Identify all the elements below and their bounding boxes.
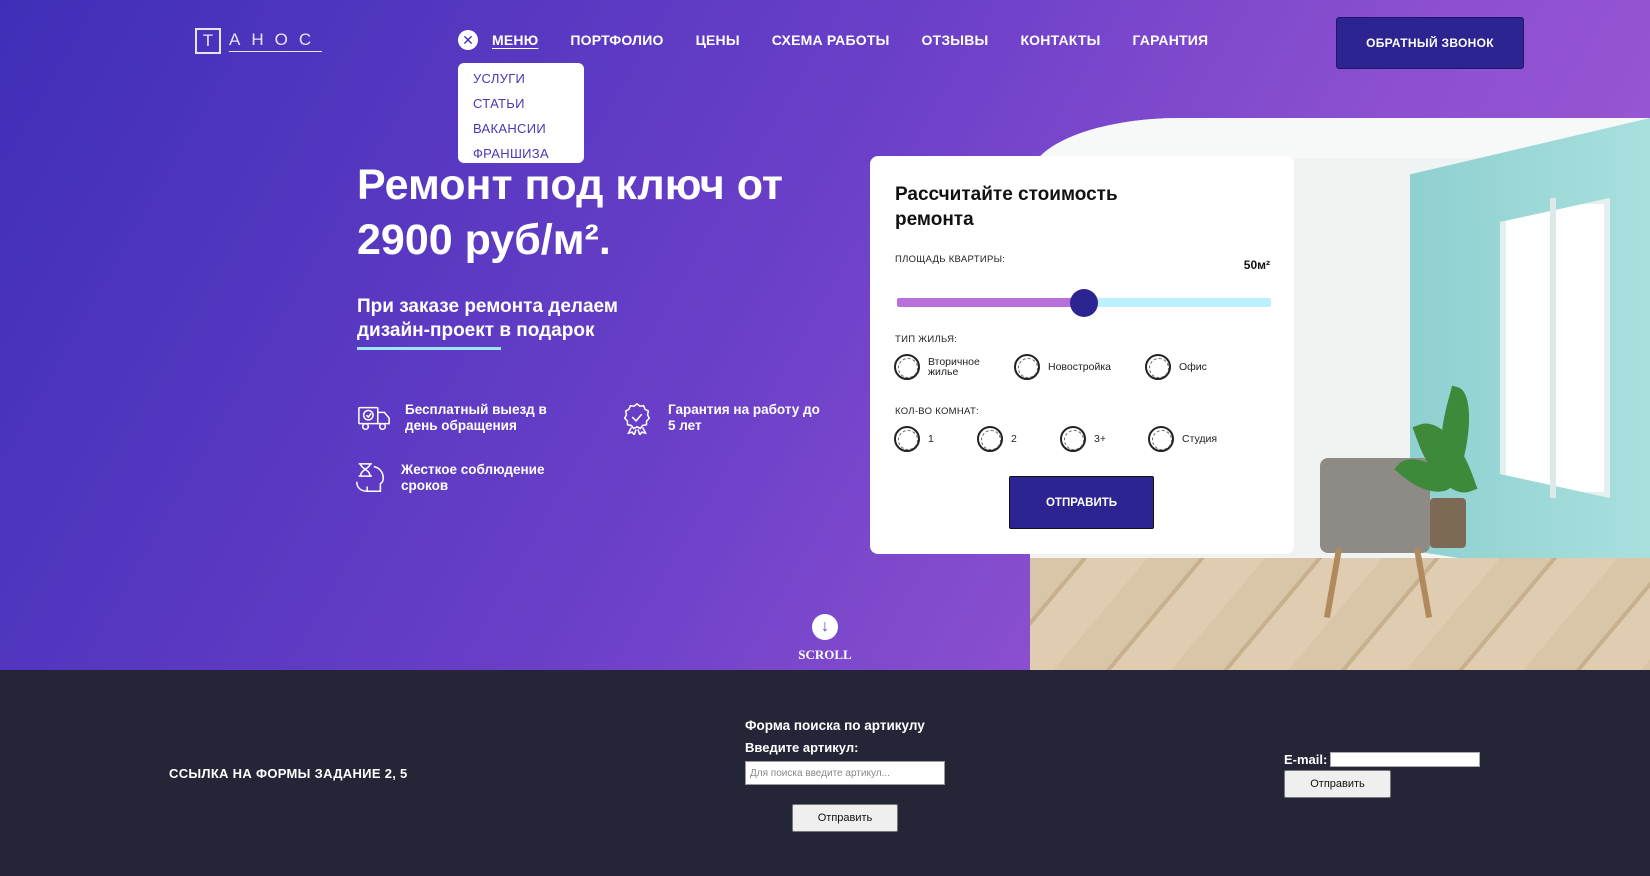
article-search-form: Форма поиска по артикулу Введите артикул… [745,718,945,785]
slider-handle[interactable] [1070,289,1098,317]
radio-circle[interactable] [894,426,920,452]
search-form-title: Форма поиска по артикулу [745,718,925,733]
radio-circle[interactable] [977,426,1003,452]
close-icon[interactable]: ✕ [458,30,478,50]
radio-label: Новостройка [1048,361,1111,373]
radio-rooms-3plus[interactable]: 3+ [1060,426,1148,452]
dropdown-item-articles[interactable]: СТАТЬИ [473,94,584,119]
hourglass-head-icon [353,460,387,496]
rooms-options: 1 2 3+ Студия [894,426,1217,452]
nav-item-prices[interactable]: ЦЕНЫ [696,32,740,48]
radio-office[interactable]: Офис [1145,354,1207,380]
area-value: 50м² [1243,258,1270,272]
callback-button[interactable]: ОБРАТНЫЙ ЗВОНОК [1336,17,1524,69]
calculator-title: Рассчитайте стоимость ремонта [895,184,1118,230]
feature-text: Бесплатный выезд в день обращения [405,402,547,433]
housing-label: ТИП ЖИЛЬЯ: [895,334,958,345]
nav-item-portfolio[interactable]: ПОРТФОЛИО [570,32,663,48]
radio-secondary[interactable]: Вторичное жилье [894,354,1014,380]
radio-label: 2 [1011,433,1017,445]
logo-text: АНОС [229,30,323,52]
radio-studio[interactable]: Студия [1148,426,1217,452]
subtitle-underline [357,347,501,350]
cost-calculator: Рассчитайте стоимость ремонта ПЛОЩАДЬ КВ… [870,156,1294,554]
radio-label: 3+ [1094,433,1106,445]
radio-new-building[interactable]: Новостройка [1014,354,1145,380]
hero-section: Т АНОС ✕ МЕНЮ ПОРТФОЛИО ЦЕНЫ СХЕМА РАБОТ… [0,0,1650,670]
forms-link[interactable]: ССЫЛКА НА ФОРМЫ ЗАДАНИЕ 2, 5 [169,766,408,781]
email-form: E-mail: [1284,752,1481,767]
feature-deadlines: Жесткое соблюдение сроков [353,460,573,496]
email-input[interactable] [1330,752,1481,767]
radio-label: Студия [1182,433,1218,445]
nav-item-reviews[interactable]: ОТЗЫВЫ [922,32,989,48]
scroll-label: SCROLL [798,647,852,662]
logo-letter: Т [195,28,221,54]
radio-circle[interactable] [1014,354,1040,380]
article-search-input[interactable] [745,761,945,785]
feature-guarantee: Гарантия на работу до 5 лет [620,400,820,436]
radio-circle[interactable] [1148,426,1174,452]
feature-text: Гарантия на работу до 5 лет [668,402,820,433]
nav-item-workflow[interactable]: СХЕМА РАБОТЫ [772,32,890,48]
nav-item-menu[interactable]: МЕНЮ [492,32,538,48]
search-submit-button[interactable]: Отправить [792,804,898,832]
search-form-label: Введите артикул: [745,740,859,755]
calculator-submit-button[interactable]: ОТПРАВИТЬ [1009,476,1154,529]
arrow-down-icon[interactable]: ↓ [812,614,838,640]
nav-item-contacts[interactable]: КОНТАКТЫ [1020,32,1100,48]
email-submit-button[interactable]: Отправить [1284,770,1391,798]
menu-dropdown: УСЛУГИ СТАТЬИ ВАКАНСИИ ФРАНШИЗА [458,63,584,163]
dropdown-item-vacancies[interactable]: ВАКАНСИИ [473,119,584,144]
footer: ССЫЛКА НА ФОРМЫ ЗАДАНИЕ 2, 5 Форма поиск… [0,670,1650,876]
hero-title: Ремонт под ключ от 2900 руб/м². [357,161,783,264]
rooms-label: КОЛ-ВО КОМНАТ: [895,406,979,417]
hero-subtitle: При заказе ремонта делаем дизайн-проект … [357,296,618,341]
radio-rooms-1[interactable]: 1 [894,426,977,452]
medal-icon [620,400,654,436]
radio-circle[interactable] [1145,354,1171,380]
feature-text: Жесткое соблюдение сроков [401,462,545,493]
main-nav: ✕ МЕНЮ ПОРТФОЛИО ЦЕНЫ СХЕМА РАБОТЫ ОТЗЫВ… [458,30,1240,50]
radio-circle[interactable] [1060,426,1086,452]
area-slider[interactable] [897,289,1271,317]
truck-icon [357,400,391,436]
dropdown-item-services[interactable]: УСЛУГИ [473,69,584,94]
nav-item-guarantee[interactable]: ГАРАНТИЯ [1133,32,1209,48]
radio-label: Вторичное жилье [928,356,980,378]
area-label: ПЛОЩАДЬ КВАРТИРЫ: [895,254,1006,265]
logo[interactable]: Т АНОС [195,28,323,54]
feature-free-visit: Бесплатный выезд в день обращения [357,400,577,436]
housing-options: Вторичное жилье Новостройка Офис [894,354,1207,380]
radio-label: Офис [1179,361,1207,373]
radio-rooms-2[interactable]: 2 [977,426,1060,452]
radio-label: 1 [928,433,934,445]
slider-fill [897,298,1084,307]
scroll-indicator[interactable]: ↓ SCROLL [798,614,852,663]
radio-circle[interactable] [894,354,920,380]
email-label: E-mail: [1284,752,1328,767]
